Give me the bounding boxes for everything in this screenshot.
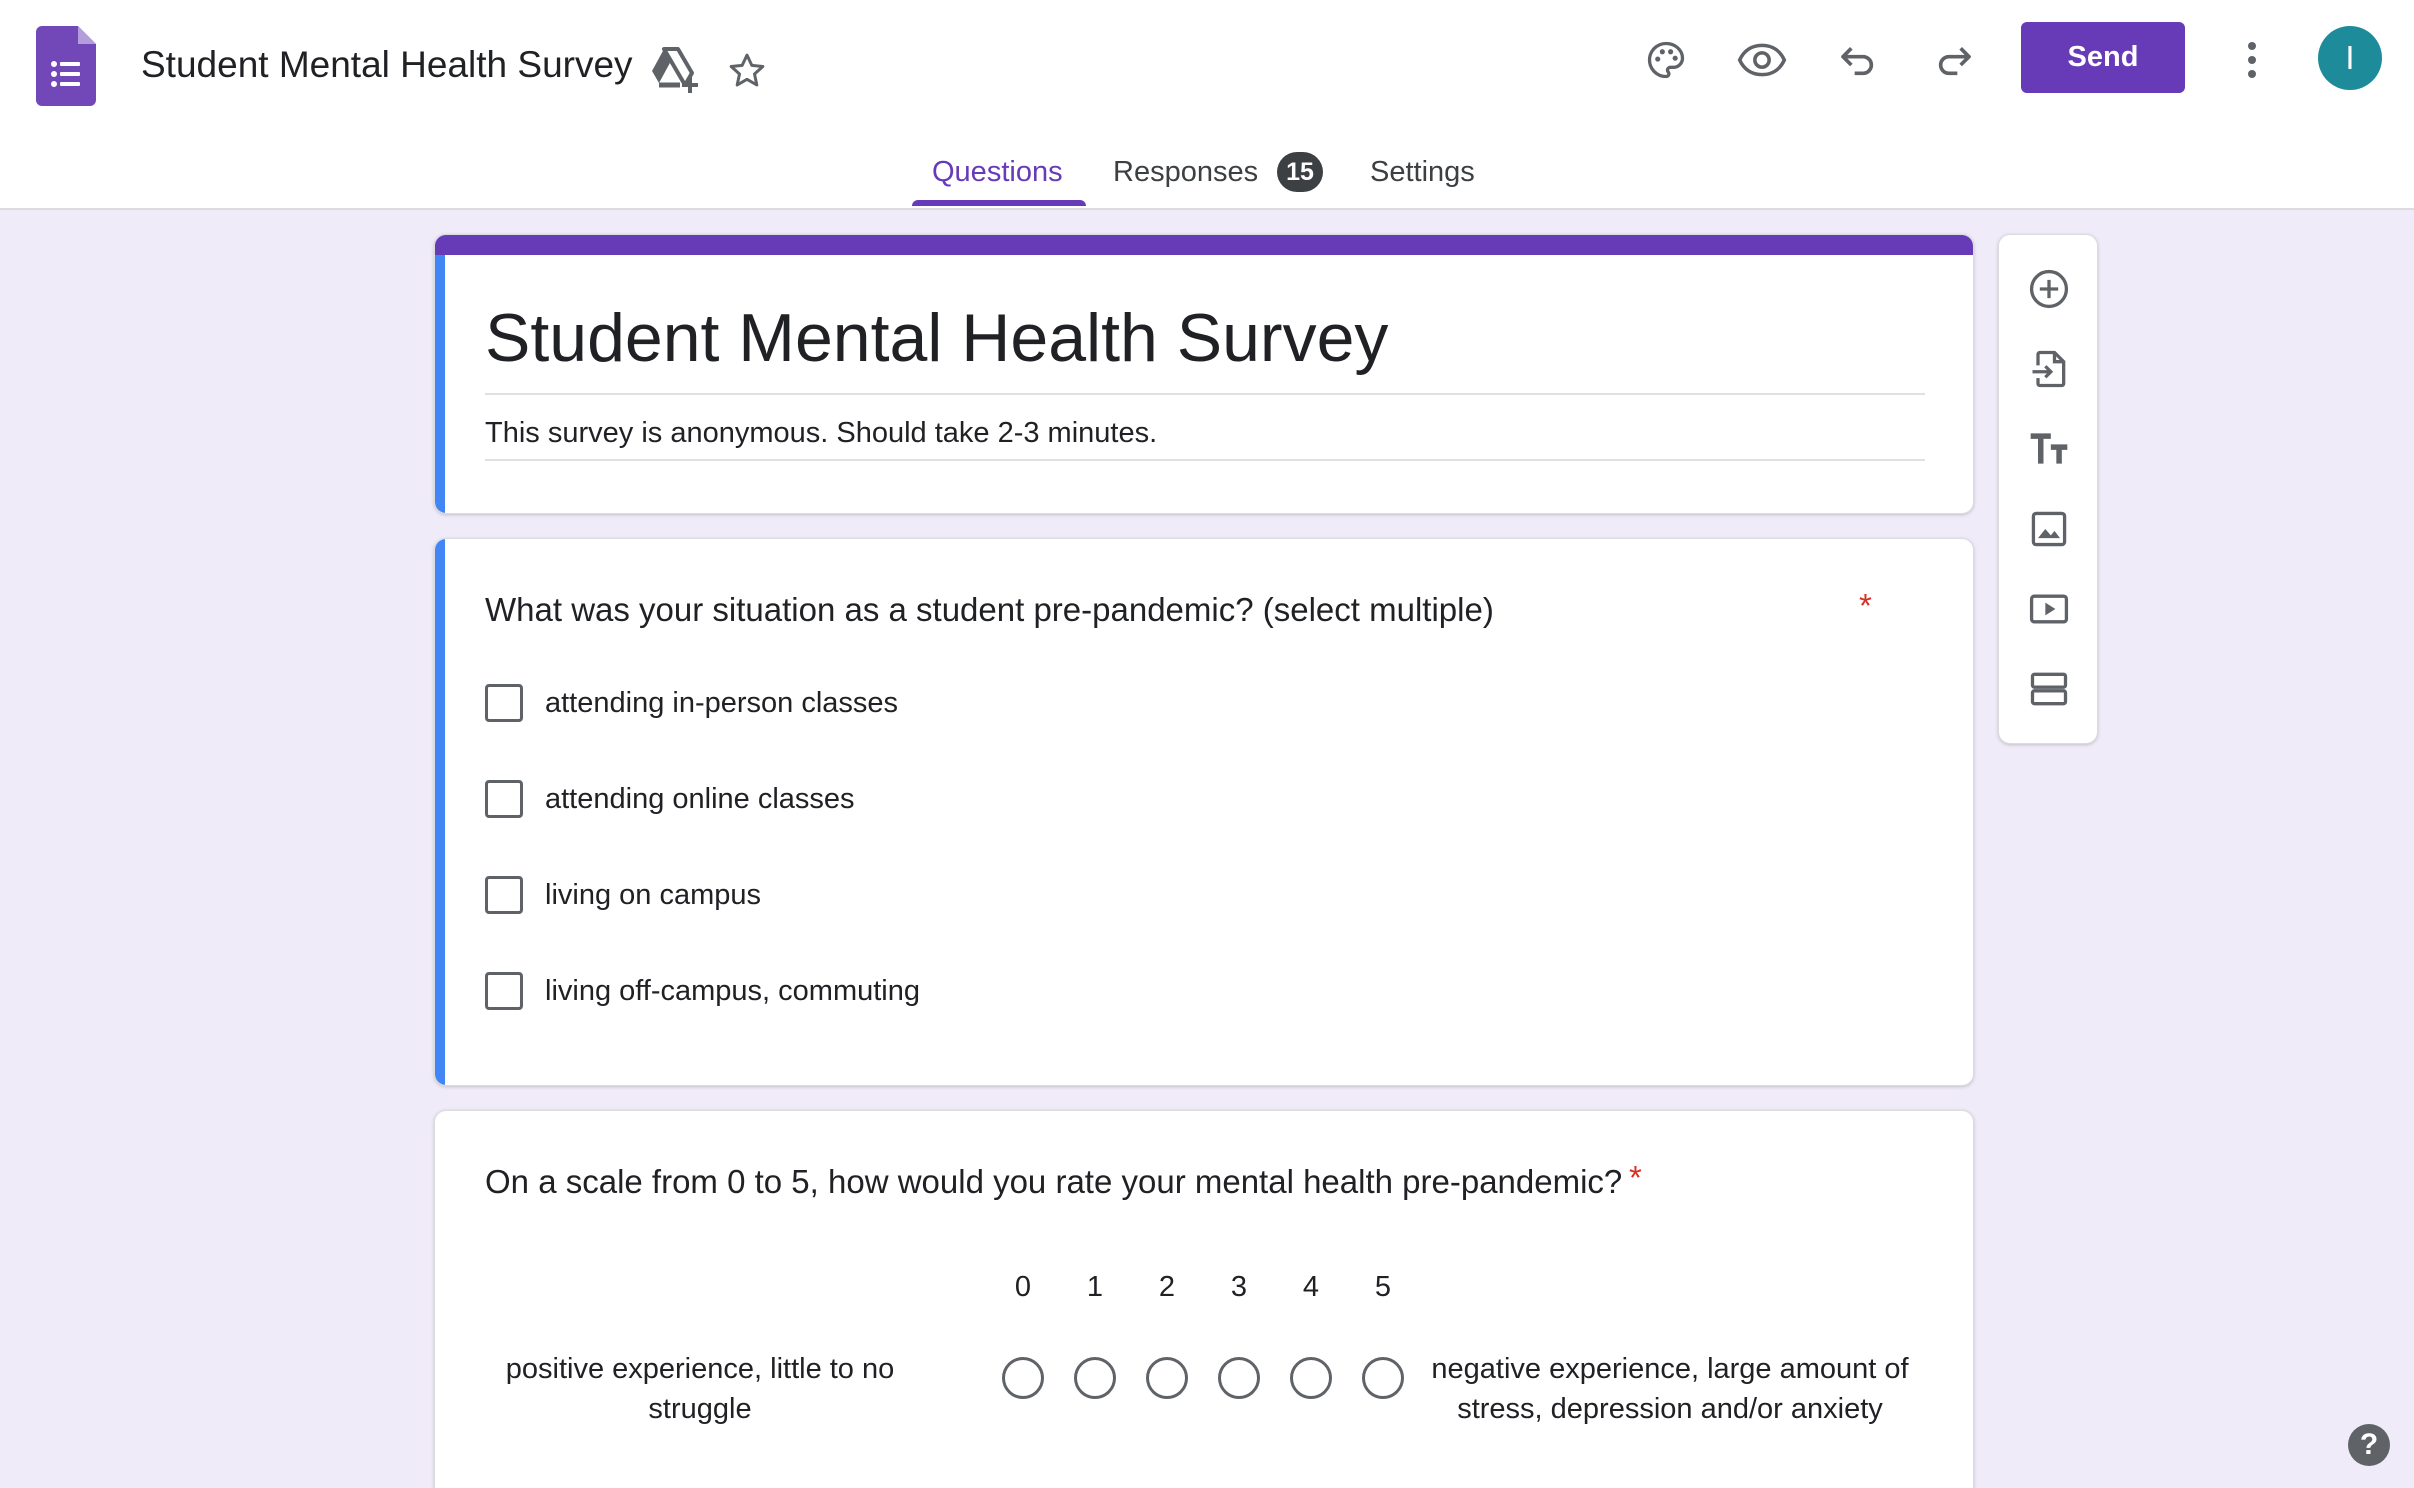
add-video-icon[interactable] [2021,581,2077,637]
required-asterisk: * [1859,587,1872,624]
tab-settings[interactable]: Settings [1370,156,1475,189]
form-title[interactable]: Student Mental Health Survey [485,299,1388,377]
question-card-linear-scale[interactable]: On a scale from 0 to 5, how would you ra… [434,1110,1974,1488]
scale-high-label: negative experience, large amount of str… [1431,1353,1909,1425]
checkbox-option[interactable]: living on campus [485,875,761,915]
forms-logo-icon[interactable] [36,26,96,106]
scale-number: 0 [1014,1271,1032,1303]
scale-radio-2[interactable] [1146,1357,1188,1399]
checkbox-option[interactable]: attending in-person classes [485,683,898,723]
add-section-icon[interactable] [2021,661,2077,717]
scale-radio-3[interactable] [1218,1357,1260,1399]
scale-radio-4[interactable] [1290,1357,1332,1399]
star-icon[interactable] [722,46,772,96]
send-button[interactable]: Send [2021,22,2185,93]
option-label: living on campus [545,878,761,911]
question-toolbar [1998,234,2098,744]
scale-radio-5[interactable] [1362,1357,1404,1399]
checkbox[interactable] [485,972,523,1010]
scale-low-label: positive experience, little to no strugg… [505,1353,895,1425]
move-to-drive-icon[interactable] [648,44,700,96]
form-description[interactable]: This survey is anonymous. Should take 2-… [485,417,1157,450]
import-questions-icon[interactable] [2021,341,2077,397]
option-label: living off-campus, commuting [545,974,921,1007]
add-question-icon[interactable] [2021,261,2077,317]
checkbox-option[interactable]: living off-campus, commuting [485,971,920,1011]
checkbox-option[interactable]: attending online classes [485,779,855,819]
checkbox[interactable] [485,876,523,914]
more-vert-icon[interactable] [2232,34,2272,86]
add-title-icon[interactable] [2021,421,2077,477]
theme-color-band [435,235,1973,255]
checkbox[interactable] [485,684,523,722]
form-title-card[interactable]: Student Mental Health Survey This survey… [434,234,1974,514]
scale-number: 2 [1158,1271,1176,1303]
question-title[interactable]: What was your situation as a student pre… [485,591,1494,629]
title-underline [485,393,1925,395]
account-avatar[interactable]: I [2318,26,2382,90]
help-icon[interactable]: ? [2348,1424,2390,1466]
scale-number: 5 [1374,1271,1392,1303]
scale-number: 3 [1230,1271,1248,1303]
preview-eye-icon[interactable] [1734,34,1790,86]
tab-responses[interactable]: Responses [1113,156,1258,189]
scale-radio-1[interactable] [1074,1357,1116,1399]
undo-icon[interactable] [1832,34,1884,86]
option-label: attending in-person classes [545,686,899,719]
scale-number: 4 [1302,1271,1320,1303]
responses-count-badge: 15 [1277,152,1323,192]
question-card-checkboxes[interactable]: What was your situation as a student pre… [434,538,1974,1086]
add-image-icon[interactable] [2021,501,2077,557]
redo-icon[interactable] [1928,34,1980,86]
required-asterisk: * [1629,1159,1642,1196]
checkbox[interactable] [485,780,523,818]
palette-icon[interactable] [1640,34,1692,86]
document-title[interactable]: Student Mental Health Survey [141,44,633,86]
tab-questions[interactable]: Questions [932,156,1063,189]
scale-radio-0[interactable] [1002,1357,1044,1399]
scale-number: 1 [1086,1271,1104,1303]
question-title[interactable]: On a scale from 0 to 5, how would you ra… [485,1163,1622,1201]
top-app-bar: Student Mental Health Survey Send I Ques… [0,0,2414,210]
description-underline [485,459,1925,461]
option-label: attending online classes [545,782,855,815]
tab-active-indicator [912,200,1086,206]
